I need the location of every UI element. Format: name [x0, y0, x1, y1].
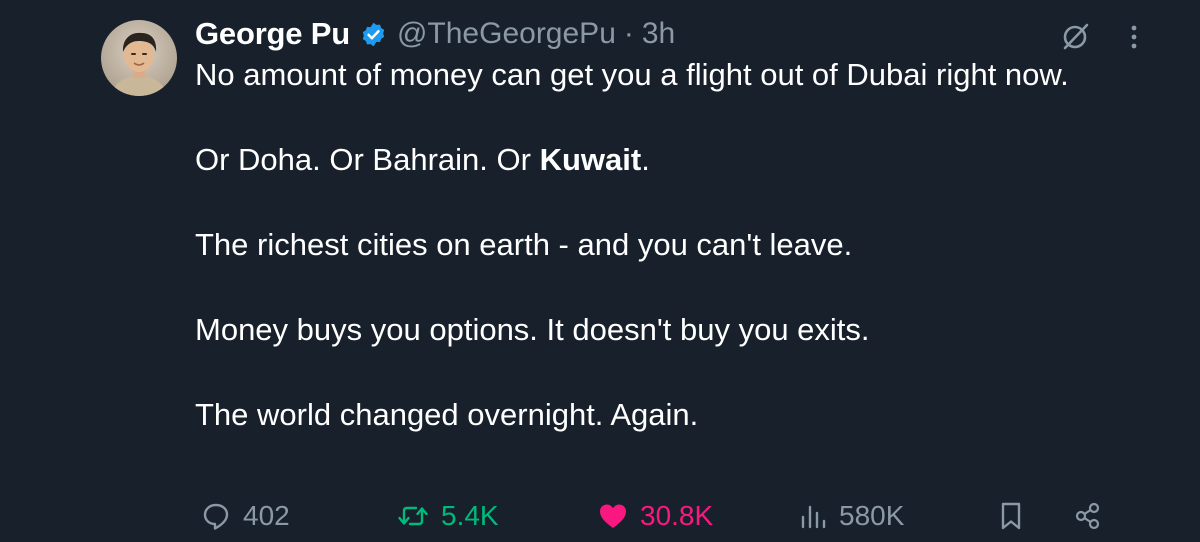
repost-button[interactable]: 5.4K	[397, 494, 499, 538]
reply-button[interactable]: 402	[201, 494, 290, 538]
share-button[interactable]	[1073, 494, 1103, 538]
tweet-text: .	[641, 142, 650, 177]
tweet-paragraph: No amount of money can get you a flight …	[195, 57, 1069, 92]
bookmark-icon	[1001, 502, 1021, 530]
views-count: 580K	[839, 500, 905, 531]
avatar-image	[101, 20, 177, 96]
repost-count: 5.4K	[441, 500, 499, 531]
share-icon	[1075, 502, 1100, 530]
separator-dot: ·	[623, 17, 634, 50]
tweet-paragraph: The world changed overnight. Again.	[195, 397, 699, 432]
timestamp[interactable]: 3h	[642, 17, 675, 51]
grok-icon[interactable]	[1060, 20, 1092, 52]
handle[interactable]: @TheGeorgePu	[397, 17, 616, 51]
tweet-text: Or Doha. Or Bahrain. Or	[195, 142, 540, 177]
tweet-paragraph: Money buys you options. It doesn't buy y…	[195, 312, 870, 347]
views-button[interactable]: 580K	[799, 494, 904, 538]
avatar[interactable]	[101, 20, 177, 96]
views-icon	[801, 505, 826, 529]
like-count: 30.8K	[640, 500, 714, 531]
more-icon[interactable]	[1122, 22, 1146, 52]
tweet-body: No amount of money can get you a flight …	[195, 54, 1125, 437]
tweet-paragraph: Or Doha. Or Bahrain. Or Kuwait.	[195, 139, 1125, 182]
tweet-bold-text: Kuwait	[539, 142, 642, 177]
verified-badge-icon	[360, 21, 387, 48]
repost-icon	[398, 506, 428, 526]
tweet-header: George Pu @TheGeorgePu · 3h	[195, 14, 675, 54]
tweet-paragraph: The richest cities on earth - and you ca…	[195, 227, 853, 262]
like-button[interactable]: 30.8K	[598, 494, 713, 538]
heart-icon	[600, 504, 626, 528]
display-name[interactable]: George Pu	[195, 16, 350, 52]
reply-icon	[203, 503, 229, 530]
bookmark-button[interactable]	[998, 494, 1024, 538]
reply-count: 402	[243, 500, 290, 531]
tweet: George Pu @TheGeorgePu · 3h No amount of…	[0, 0, 1200, 542]
action-bar: 402 5.4K 30.8K 580K	[0, 494, 1200, 538]
